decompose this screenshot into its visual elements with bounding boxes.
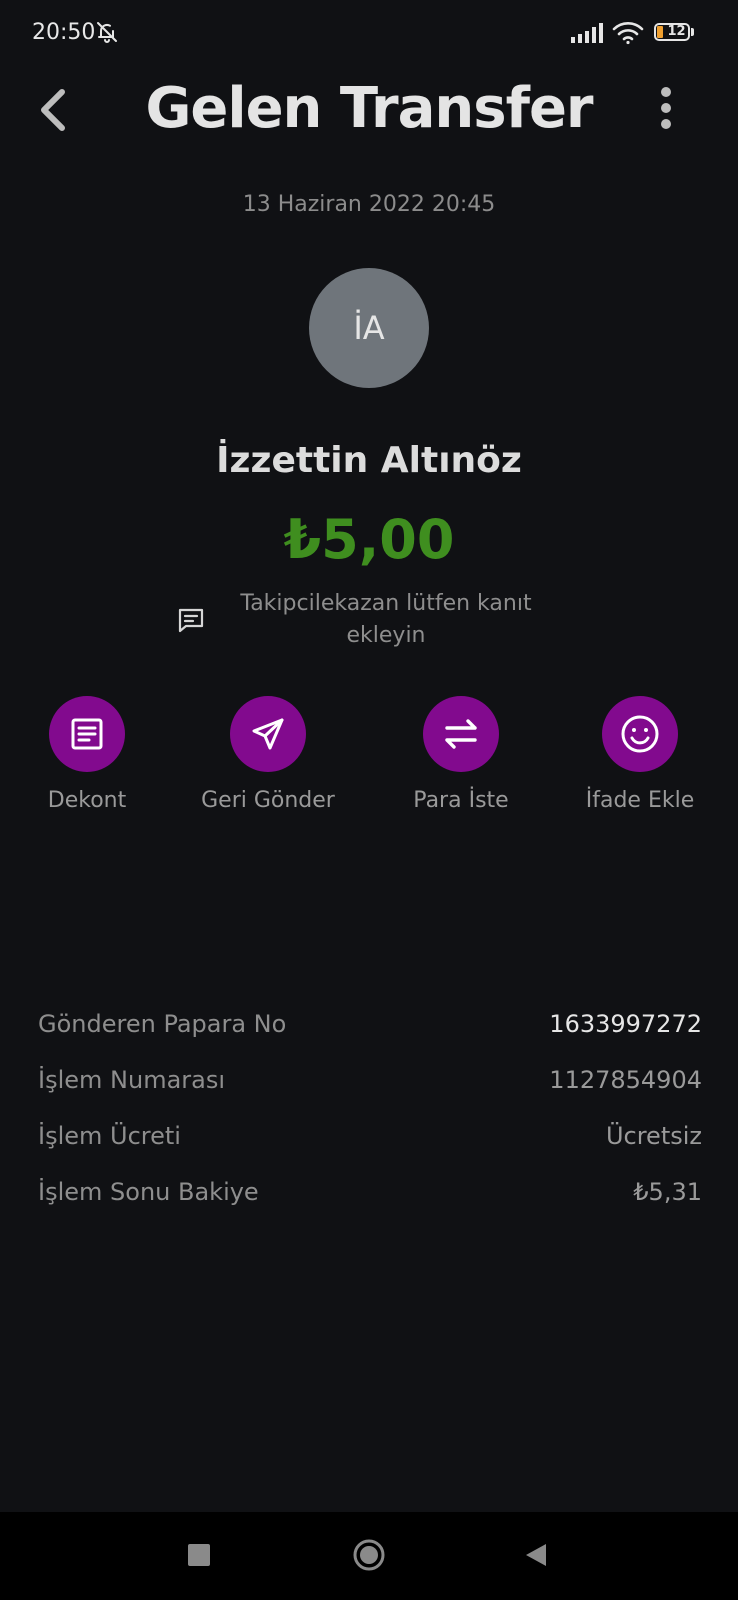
battery-icon: 12	[654, 23, 696, 43]
detail-label: İşlem Numarası	[38, 1066, 226, 1094]
receipt-label: Dekont	[47, 788, 127, 813]
detail-value: 1633997272	[549, 1010, 702, 1038]
status-time: 20:50	[32, 20, 96, 45]
amount: ₺5,00	[283, 508, 455, 571]
signal-icon	[571, 23, 605, 47]
bell-off-icon	[95, 20, 119, 48]
send-icon	[230, 696, 306, 772]
detail-value: Ücretsiz	[605, 1122, 702, 1150]
transaction-details: Gönderen Papara No 1633997272 İşlem Numa…	[38, 1010, 702, 1234]
recents-square-icon[interactable]	[188, 1544, 210, 1566]
more-vertical-icon[interactable]	[658, 86, 674, 134]
send-back-label: Geri Gönder	[201, 788, 335, 813]
note-text: Takipcilekazan lütfen kanıt ekleyin	[240, 591, 532, 648]
send-back-button[interactable]: Geri Gönder	[183, 696, 353, 813]
receipt-button[interactable]: Dekont	[2, 696, 172, 813]
home-circle-icon[interactable]	[352, 1538, 386, 1572]
detail-row-final-balance: İşlem Sonu Bakiye ₺5,31	[38, 1178, 702, 1234]
detail-value: ₺5,31	[633, 1178, 702, 1206]
battery-level: 12	[667, 24, 686, 39]
action-bar: Dekont Geri Gönder Para İste İfade Ekle	[0, 696, 738, 826]
receipt-icon	[49, 696, 125, 772]
detail-label: İşlem Ücreti	[38, 1122, 181, 1150]
detail-row-sender-no: Gönderen Papara No 1633997272	[38, 1010, 702, 1066]
sender-name: İzzettin Altınöz	[216, 440, 522, 481]
emoji-icon	[602, 696, 678, 772]
add-reaction-label: İfade Ekle	[585, 788, 695, 813]
transaction-note: Takipcilekazan lütfen kanıt ekleyin	[0, 588, 738, 658]
transaction-date: 13 Haziran 2022 20:45	[242, 192, 496, 217]
message-icon	[177, 606, 205, 638]
request-money-button[interactable]: Para İste	[376, 696, 546, 813]
swap-icon	[423, 696, 499, 772]
system-nav-bar	[0, 1512, 738, 1600]
status-bar: 20:50 12	[0, 0, 738, 70]
avatar: İA	[309, 268, 429, 388]
wifi-icon	[612, 21, 644, 49]
page-title: Gelen Transfer	[145, 76, 593, 141]
detail-row-fee: İşlem Ücreti Ücretsiz	[38, 1122, 702, 1178]
detail-value: 1127854904	[549, 1066, 702, 1094]
detail-label: Gönderen Papara No	[38, 1010, 287, 1038]
back-triangle-icon[interactable]	[524, 1542, 548, 1572]
add-reaction-button[interactable]: İfade Ekle	[555, 696, 725, 813]
detail-row-transaction-no: İşlem Numarası 1127854904	[38, 1066, 702, 1122]
request-money-label: Para İste	[413, 788, 509, 813]
header: Gelen Transfer	[0, 70, 738, 150]
detail-label: İşlem Sonu Bakiye	[38, 1178, 259, 1206]
